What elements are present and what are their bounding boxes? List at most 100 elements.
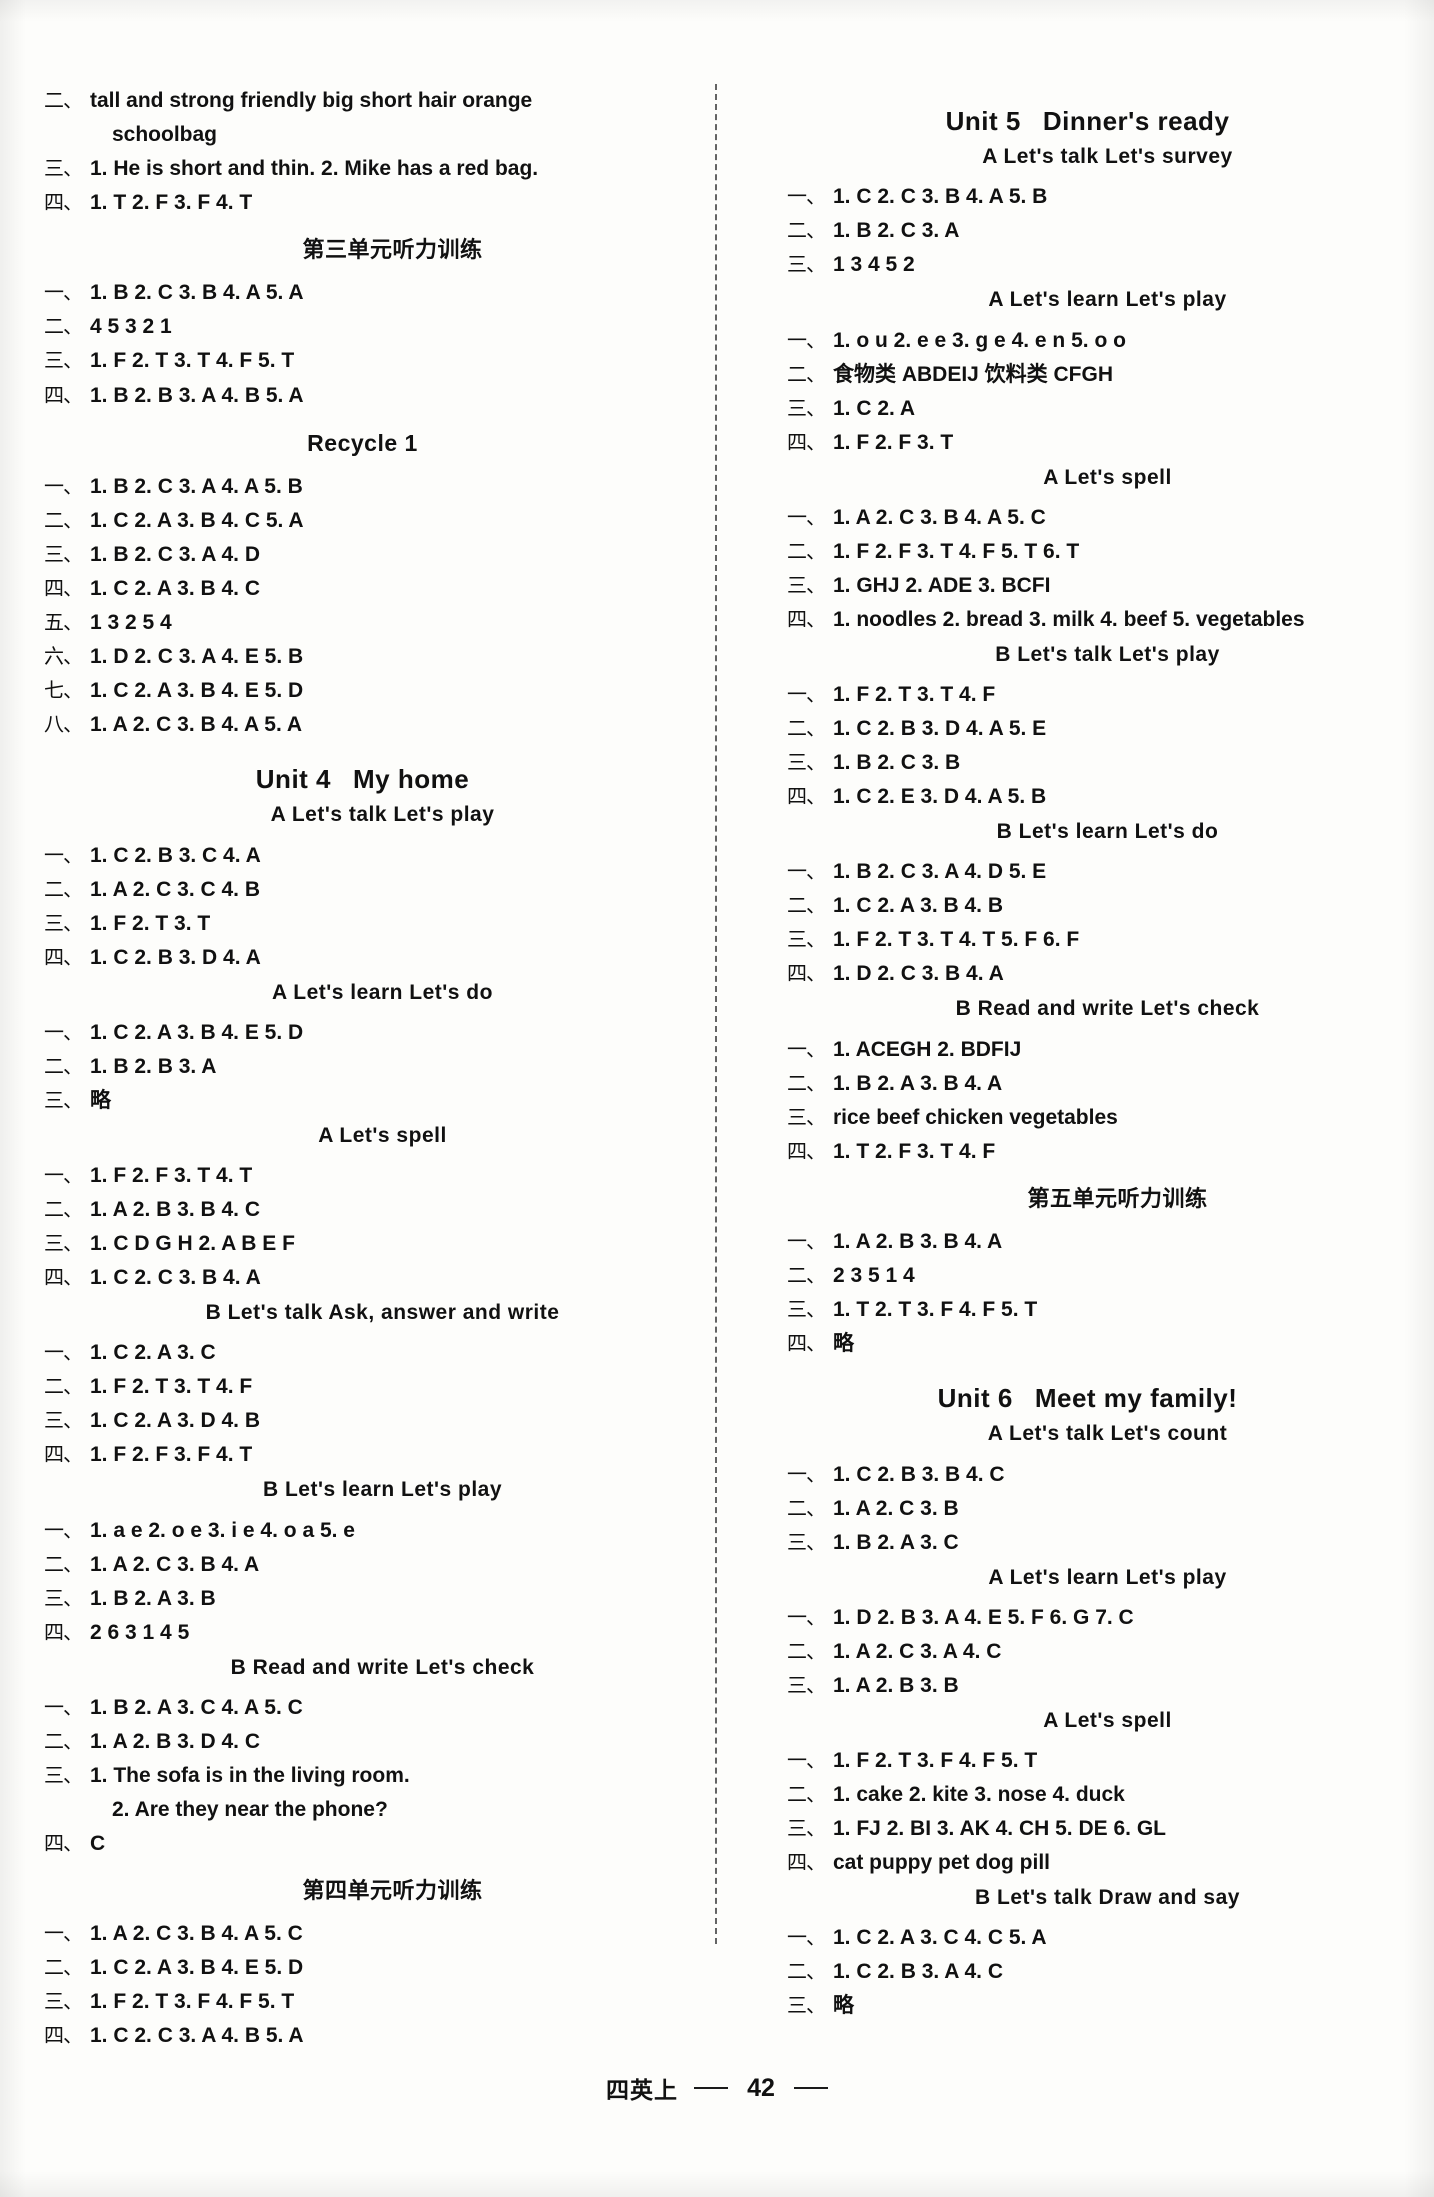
lesson-subheading: A Let's learn Let's do xyxy=(272,980,493,1004)
listening-practice-heading: 第三单元听力训练 xyxy=(302,237,483,263)
answer-row-values: 1. F 2. T 3. F 4. F 5. T xyxy=(90,1990,295,2014)
answer-row-values: 1. He is short and thin. 2. Mike has a r… xyxy=(90,157,539,181)
answer-row: 二、 1. B 2. A 3. B 4. A xyxy=(787,1067,1388,1101)
answer-row-number: 一、 xyxy=(44,844,83,867)
answer-row-number: 三、 xyxy=(44,1233,83,1256)
footer-page-number: 42 xyxy=(747,2073,775,2102)
answer-row-values: 1. C 2. B 3. D 4. A 5. E xyxy=(833,717,1047,741)
answer-row: 四、 1. C 2. C 3. A 4. B 5. A xyxy=(44,2019,681,2053)
unit-heading: Unit 4 My home xyxy=(44,764,681,795)
answer-row-values: 1. T 2. F 3. T 4. F xyxy=(833,1139,996,1163)
answer-row-number: 二、 xyxy=(787,1640,826,1663)
answer-row-values: 1. FJ 2. BI 3. AK 4. CH 5. DE 6. GL xyxy=(833,1817,1166,1840)
answer-row-values: 1. GHJ 2. ADE 3. BCFI xyxy=(833,573,1051,597)
answer-row: 四、 1. noodles 2. bread 3. milk 4. beef 5.… xyxy=(787,603,1388,637)
answer-row: 四、 1. T 2. F 3. T 4. F xyxy=(787,1135,1388,1169)
answer-row-number: 四、 xyxy=(44,946,83,969)
answer-row-number: 一、 xyxy=(44,476,83,499)
footer-book-label: 四英上 xyxy=(606,2077,678,2103)
answer-row-number: 三、 xyxy=(787,1299,826,1322)
answer-row-number: 四、 xyxy=(44,2025,83,2048)
answer-row: 一、 1. F 2. T 3. T 4. F xyxy=(787,678,1388,712)
answer-row-number: 四、 xyxy=(787,1140,826,1163)
answer-row-number: 三、 xyxy=(787,1995,826,2018)
answer-continuation-line: 2. Are they near the phone? xyxy=(112,1797,388,1821)
answer-row: 四、略 xyxy=(787,1327,1388,1361)
answer-row-values: 1. C 2. C 3. A 4. B 5. A xyxy=(90,2024,304,2048)
answer-row-number: 一、 xyxy=(787,1038,826,1061)
answer-row-values: 1. C 2. C 3. B 4. A 5. B xyxy=(833,185,1048,209)
answer-row-values: 1. B 2. A 3. C 4. A 5. C xyxy=(90,1695,303,1719)
answer-row-values: 1. D 2. C 3. B 4. A xyxy=(833,962,1004,986)
section-heading: Recycle 1 xyxy=(307,429,418,456)
answer-row-number: 四、 xyxy=(787,431,826,454)
answer-row-number: 三、 xyxy=(44,544,83,567)
answer-row: 二、 tall and strong friendly big short hai… xyxy=(44,84,681,118)
answer-row-number: 三、 xyxy=(787,254,826,277)
answer-row: 二、 1. C 2. B 3. A 4. C xyxy=(787,1955,1388,1989)
answer-row-values: 1. The sofa is in the living room. xyxy=(90,1763,410,1787)
lesson-subheading: A Let's spell xyxy=(1043,1708,1172,1732)
unit-heading-number: Unit 6 xyxy=(937,1383,1013,1414)
answer-row: 二、 1. F 2. F 3. T 4. F 5. T 6. T xyxy=(787,535,1388,569)
answer-row: 一、 1. C 2. A 3. B 4. E 5. D xyxy=(44,1016,681,1050)
answer-row-number: 一、 xyxy=(44,1165,83,1188)
answer-row-values: 1. A 2. C 3. A 4. C xyxy=(833,1639,1002,1663)
answer-row-number: 四、 xyxy=(44,1621,83,1644)
answer-row-number: 一、 xyxy=(44,1021,83,1044)
answer-row: 一、 1. a e 2. o e 3. i e 4. o a 5. e xyxy=(44,1514,681,1548)
answer-row: 一、 1. B 2. C 3. A 4. A 5. B xyxy=(44,470,681,504)
answer-row-values: 1. D 2. C 3. A 4. E 5. B xyxy=(90,645,304,669)
answer-row-values: 1. A 2. C 3. B 4. A 5. A xyxy=(90,713,303,737)
answer-row-number: 一、 xyxy=(787,1463,826,1486)
answer-row-values: 1. B 2. C 3. A 4. A 5. B xyxy=(90,475,303,499)
answer-row-number: 一、 xyxy=(787,186,826,209)
answer-row: 六、 1. D 2. C 3. A 4. E 5. B xyxy=(44,640,681,674)
answer-row: 二、 4 5 3 2 1 xyxy=(44,310,681,344)
lesson-subheading: A Let's talk Let's survey xyxy=(982,145,1233,169)
answer-key-page: 二、 tall and strong friendly big short hai… xyxy=(0,0,1434,2197)
answer-row-values: tall and strong friendly big short hair … xyxy=(90,89,533,112)
answer-row: 三、 1. F 2. T 3. F 4. F 5. T xyxy=(44,1985,681,2019)
answer-row-values: 1. A 2. B 3. B 4. A xyxy=(833,1230,1003,1254)
footer-rule-right xyxy=(794,2087,828,2089)
answer-row-number: 三、 xyxy=(44,1764,83,1787)
answer-row-number: 二、 xyxy=(44,1553,83,1576)
unit-heading-title: Meet my family! xyxy=(1034,1383,1238,1414)
answer-row: 三、 1. C D G H 2. A B E F xyxy=(44,1227,681,1261)
answer-row: 四、 C xyxy=(44,1827,681,1861)
page-footer: 四英上 42 xyxy=(0,2071,1434,2105)
lesson-subheading: B Let's talk Let's play xyxy=(995,642,1220,666)
answer-row: 二、 1. cake 2. kite 3. nose 4. duck xyxy=(787,1778,1388,1812)
answer-row-values: 1. F 2. F 3. T 4. T xyxy=(90,1164,253,1188)
answer-row-number: 二、 xyxy=(44,316,83,339)
answer-row: 三、 1. B 2. C 3. A 4. D xyxy=(44,538,681,572)
answer-row-number: 三、 xyxy=(787,574,826,597)
answer-row-number: 二、 xyxy=(787,1072,826,1095)
answer-row-number: 一、 xyxy=(787,684,826,707)
answer-row: 一、 1. A 2. C 3. B 4. A 5. C xyxy=(787,501,1388,535)
answer-row-number: 四、 xyxy=(787,786,826,809)
answer-row-values: 1 3 4 5 2 xyxy=(833,253,915,277)
answer-row: 四、 2 6 3 1 4 5 xyxy=(44,1616,681,1650)
answer-row: 二、 1. C 2. A 3. B 4. C 5. A xyxy=(44,504,681,538)
answer-row-number: 四、 xyxy=(787,1852,826,1875)
answer-row-values: 1. C 2. A 3. B 4. E 5. D xyxy=(90,1956,304,1980)
answer-row-values: 2 3 5 1 4 xyxy=(833,1264,915,1288)
answer-row: 一、 1. o u 2. e e 3. g e 4. e n 5. o o xyxy=(787,324,1388,358)
answer-row: 二、 1. B 2. B 3. A xyxy=(44,1050,681,1084)
answer-row-number: 一、 xyxy=(787,329,826,352)
answer-row-values: 1. A 2. B 3. D 4. C xyxy=(90,1729,260,1753)
answer-row-values: 1. o u 2. e e 3. g e 4. e n 5. o o xyxy=(833,328,1126,352)
answer-row-values: 略 xyxy=(833,1332,854,1356)
answer-row-values: 1. B 2. B 3. A 4. B 5. A xyxy=(90,383,304,407)
answer-row-values: 1. C 2. A 3. B 4. E 5. D xyxy=(90,1020,304,1044)
answer-row: 三、 1. He is short and thin. 2. Mike has a… xyxy=(44,152,681,186)
answer-row-values: 1. A 2. C 3. B 4. A 5. C xyxy=(90,1922,303,1946)
answer-row-number: 四、 xyxy=(44,1267,83,1290)
lesson-subheading: A Let's spell xyxy=(1043,465,1172,489)
listening-practice-heading: 第四单元听力训练 xyxy=(302,1877,483,1903)
unit-heading: Unit 6 Meet my family! xyxy=(787,1383,1388,1414)
unit-heading-number: Unit 4 xyxy=(255,764,332,795)
answer-row-values: 1. A 2. C 3. B xyxy=(833,1496,959,1520)
